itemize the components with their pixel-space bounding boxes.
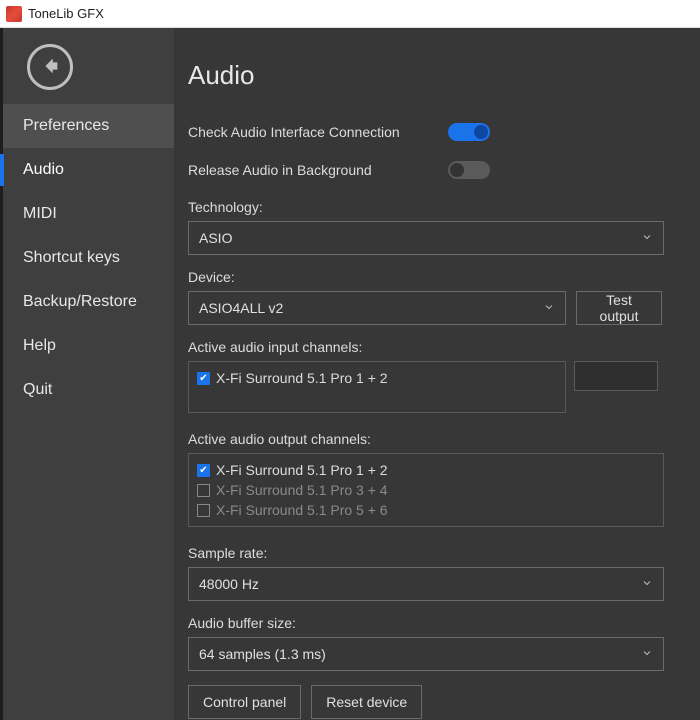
device-select[interactable]: ASIO4ALL v2 xyxy=(188,291,566,325)
channel-level-box xyxy=(574,361,658,391)
technology-label: Technology: xyxy=(188,199,690,215)
window-titlebar: ToneLib GFX xyxy=(0,0,700,28)
output-channel-item[interactable]: X-Fi Surround 5.1 Pro 3 + 4 xyxy=(197,480,655,500)
sidebar-item-preferences[interactable]: Preferences xyxy=(3,104,174,148)
back-arrow-icon xyxy=(39,55,61,80)
sample-rate-select[interactable]: 48000 Hz xyxy=(188,567,664,601)
device-value: ASIO4ALL v2 xyxy=(199,300,283,316)
sidebar-item-midi[interactable]: MIDI xyxy=(3,192,174,236)
output-channels-list: X-Fi Surround 5.1 Pro 1 + 2 X-Fi Surroun… xyxy=(188,453,664,527)
buffer-select[interactable]: 64 samples (1.3 ms) xyxy=(188,637,664,671)
release-bg-label: Release Audio in Background xyxy=(188,162,372,178)
input-channels-list: X-Fi Surround 5.1 Pro 1 + 2 xyxy=(188,361,566,413)
sidebar-item-shortcut-keys[interactable]: Shortcut keys xyxy=(3,236,174,280)
sidebar: Preferences Audio MIDI Shortcut keys Bac… xyxy=(0,28,174,720)
output-channel-item[interactable]: X-Fi Surround 5.1 Pro 1 + 2 xyxy=(197,460,655,480)
buffer-value: 64 samples (1.3 ms) xyxy=(199,646,326,662)
content-pane: Audio Check Audio Interface Connection R… xyxy=(174,28,700,720)
chevron-down-icon xyxy=(641,646,653,662)
chevron-down-icon xyxy=(641,230,653,246)
back-button[interactable] xyxy=(27,44,73,90)
output-channels-label: Active audio output channels: xyxy=(188,431,690,447)
check-connection-label: Check Audio Interface Connection xyxy=(188,124,400,140)
app-icon xyxy=(6,6,22,22)
window-title: ToneLib GFX xyxy=(28,6,104,21)
sidebar-item-quit[interactable]: Quit xyxy=(3,368,174,412)
check-connection-toggle[interactable] xyxy=(448,123,490,141)
sidebar-item-help[interactable]: Help xyxy=(3,324,174,368)
release-bg-toggle[interactable] xyxy=(448,161,490,179)
test-output-button[interactable]: Test output xyxy=(576,291,662,325)
input-channel-item[interactable]: X-Fi Surround 5.1 Pro 1 + 2 xyxy=(197,368,557,388)
sidebar-item-backup-restore[interactable]: Backup/Restore xyxy=(3,280,174,324)
checkbox-icon xyxy=(197,504,210,517)
checkbox-icon xyxy=(197,484,210,497)
device-label: Device: xyxy=(188,269,690,285)
sidebar-item-audio[interactable]: Audio xyxy=(3,148,174,192)
checkbox-icon xyxy=(197,464,210,477)
chevron-down-icon xyxy=(641,576,653,592)
output-channel-item[interactable]: X-Fi Surround 5.1 Pro 5 + 6 xyxy=(197,500,655,520)
sample-rate-value: 48000 Hz xyxy=(199,576,259,592)
input-channels-label: Active audio input channels: xyxy=(188,339,690,355)
technology-value: ASIO xyxy=(199,230,232,246)
sample-rate-label: Sample rate: xyxy=(188,545,690,561)
page-title: Audio xyxy=(188,60,690,91)
technology-select[interactable]: ASIO xyxy=(188,221,664,255)
chevron-down-icon xyxy=(543,300,555,316)
reset-device-button[interactable]: Reset device xyxy=(311,685,422,719)
control-panel-button[interactable]: Control panel xyxy=(188,685,301,719)
buffer-label: Audio buffer size: xyxy=(188,615,690,631)
checkbox-icon xyxy=(197,372,210,385)
